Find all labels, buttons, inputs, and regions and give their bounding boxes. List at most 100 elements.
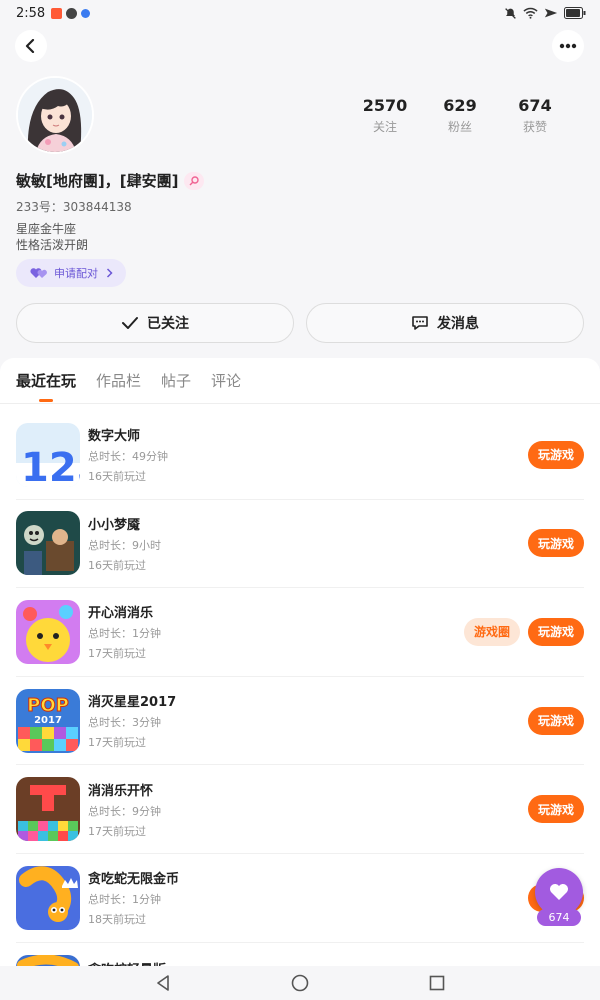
game-name: 消消乐开怀 bbox=[88, 783, 154, 799]
heart-icon bbox=[550, 884, 568, 900]
game-last-played: 18天前玩过 bbox=[88, 913, 146, 927]
game-icon: 123 bbox=[16, 422, 80, 487]
game-name: 消灭星星2017 bbox=[88, 695, 177, 711]
apply-pair-label: 申请配对 bbox=[54, 267, 98, 280]
play-game-button[interactable]: 玩游戏 bbox=[528, 706, 584, 735]
app-notification-icon bbox=[51, 7, 63, 19]
number-master-icon: 123 bbox=[16, 422, 80, 487]
stat-likes[interactable]: 674 获赞 bbox=[500, 96, 570, 135]
game-circle-button[interactable]: 游戏圈 bbox=[464, 617, 520, 646]
apply-pair-button[interactable]: 申请配对 bbox=[16, 259, 126, 287]
game-name: 开心消消乐 bbox=[88, 606, 154, 622]
game-duration: 总时长：1分钟 bbox=[88, 893, 161, 907]
icon-text: POP bbox=[27, 695, 69, 716]
stat-value: 2570 bbox=[362, 96, 408, 115]
game-info: 消消乐开怀 总时长：9分钟 17天前玩过 bbox=[88, 780, 161, 839]
app-notification-icon bbox=[81, 8, 91, 18]
profile-stats: 2570 关注 629 粉丝 674 获赞 bbox=[350, 96, 570, 135]
status-time: 2:58 bbox=[16, 5, 46, 21]
tab-recently-played[interactable]: 最近在玩 bbox=[16, 358, 76, 404]
tab-comments[interactable]: 评论 bbox=[211, 358, 241, 404]
content-panel: 最近在玩 作品栏 帖子 评论 123 数字大师 总时长：49分钟 16天前玩过 … bbox=[0, 358, 600, 1000]
game-duration: 总时长：3分钟 bbox=[88, 716, 161, 730]
game-last-played: 17天前玩过 bbox=[88, 647, 146, 661]
battery-icon bbox=[564, 7, 586, 19]
game-name: 小小梦魇 bbox=[88, 517, 141, 533]
game-duration: 总时长：9小时 bbox=[88, 538, 161, 552]
game-row[interactable]: 消消乐开怀 总时长：9分钟 17天前玩过 玩游戏 bbox=[16, 765, 584, 854]
game-name: 数字大师 bbox=[88, 429, 141, 445]
avatar[interactable] bbox=[16, 76, 94, 154]
pop-star-icon: POP 2017 bbox=[16, 688, 80, 753]
play-game-button[interactable]: 玩游戏 bbox=[528, 795, 584, 824]
stat-fans[interactable]: 629 粉丝 bbox=[425, 96, 495, 135]
app-notification-icon bbox=[66, 7, 78, 19]
hearts-icon bbox=[30, 268, 47, 278]
game-icon bbox=[16, 865, 80, 930]
back-button[interactable] bbox=[15, 30, 47, 62]
game-duration: 总时长：9分钟 bbox=[88, 804, 161, 818]
snake-game-icon bbox=[16, 865, 80, 930]
game-info: 小小梦魇 总时长：9小时 16天前玩过 bbox=[88, 514, 161, 573]
more-dots-icon bbox=[559, 43, 577, 49]
stat-label: 粉丝 bbox=[447, 120, 472, 134]
user-id: 233号：303844138 bbox=[16, 200, 132, 214]
system-navigation-bar bbox=[0, 966, 600, 1000]
game-icon bbox=[16, 599, 80, 664]
profile-bio: 星座金牛座 性格活泼开朗 bbox=[16, 221, 88, 253]
icon-text: 2017 bbox=[34, 715, 62, 726]
game-duration: 总时长：49分钟 bbox=[88, 450, 168, 464]
block-puzzle-icon bbox=[16, 777, 80, 842]
game-last-played: 16天前玩过 bbox=[88, 558, 146, 572]
tab-works[interactable]: 作品栏 bbox=[96, 358, 141, 404]
play-game-button[interactable]: 玩游戏 bbox=[528, 440, 584, 469]
game-row[interactable]: POP 2017 消灭星星2017 总时长：3分钟 17天前玩过 玩游戏 bbox=[16, 677, 584, 766]
followed-button[interactable]: 已关注 bbox=[16, 303, 294, 343]
play-game-button[interactable]: 玩游戏 bbox=[528, 617, 584, 646]
tab-posts[interactable]: 帖子 bbox=[161, 358, 191, 404]
game-icon bbox=[16, 777, 80, 842]
profile-nickname-row: 敏敏[地府團]，[肆安團] bbox=[16, 170, 205, 191]
game-icon bbox=[16, 511, 80, 576]
game-duration: 总时长：1分钟 bbox=[88, 627, 161, 641]
little-nightmares-icon bbox=[16, 511, 80, 576]
airplane-icon bbox=[544, 8, 558, 18]
nav-home-icon[interactable] bbox=[291, 974, 309, 992]
game-icon: POP 2017 bbox=[16, 688, 80, 753]
profile-action-row: 已关注 发消息 bbox=[16, 303, 584, 343]
game-row[interactable]: 贪吃蛇无限金币 总时长：1分钟 18天前玩过 玩游戏 bbox=[16, 854, 584, 943]
send-message-button[interactable]: 发消息 bbox=[306, 303, 584, 343]
nav-back-icon[interactable] bbox=[155, 975, 171, 991]
game-row[interactable]: 小小梦魇 总时长：9小时 16天前玩过 玩游戏 bbox=[16, 500, 584, 589]
recent-games-list: 123 数字大师 总时长：49分钟 16天前玩过 玩游戏 bbox=[16, 411, 584, 1000]
game-info: 贪吃蛇无限金币 总时长：1分钟 18天前玩过 bbox=[88, 868, 179, 927]
happy-match-icon bbox=[16, 599, 80, 664]
profile-tabs: 最近在玩 作品栏 帖子 评论 bbox=[0, 358, 600, 404]
game-row[interactable]: 开心消消乐 总时长：1分钟 17天前玩过 游戏圈 玩游戏 bbox=[16, 588, 584, 677]
anime-girl-avatar-image bbox=[18, 78, 92, 152]
like-count: 674 bbox=[537, 909, 581, 926]
status-bar: 2:58 bbox=[0, 0, 600, 26]
stat-value: 674 bbox=[518, 96, 552, 115]
game-info: 消灭星星2017 总时长：3分钟 17天前玩过 bbox=[88, 691, 176, 750]
profile-nickname: 敏敏[地府團]，[肆安團] bbox=[16, 172, 179, 190]
game-last-played: 17天前玩过 bbox=[88, 824, 146, 838]
game-info: 数字大师 总时长：49分钟 16天前玩过 bbox=[88, 425, 168, 484]
icon-text: 123 bbox=[21, 445, 80, 487]
stat-label: 获赞 bbox=[522, 120, 547, 134]
followed-label: 已关注 bbox=[147, 316, 189, 332]
more-button[interactable] bbox=[552, 30, 584, 62]
chat-bubble-icon bbox=[412, 316, 428, 330]
wifi-icon bbox=[523, 7, 538, 19]
mute-icon bbox=[505, 7, 516, 19]
game-row[interactable]: 123 数字大师 总时长：49分钟 16天前玩过 玩游戏 bbox=[16, 411, 584, 500]
game-info: 开心消消乐 总时长：1分钟 17天前玩过 bbox=[88, 602, 161, 661]
game-last-played: 17天前玩过 bbox=[88, 736, 146, 750]
stat-following[interactable]: 2570 关注 bbox=[350, 96, 420, 135]
bio-line: 星座金牛座 bbox=[16, 222, 77, 236]
nav-recents-icon[interactable] bbox=[429, 975, 445, 991]
play-game-button[interactable]: 玩游戏 bbox=[528, 529, 584, 558]
female-gender-icon bbox=[184, 171, 205, 190]
game-name: 贪吃蛇无限金币 bbox=[88, 872, 180, 888]
back-arrow-icon bbox=[25, 39, 35, 53]
